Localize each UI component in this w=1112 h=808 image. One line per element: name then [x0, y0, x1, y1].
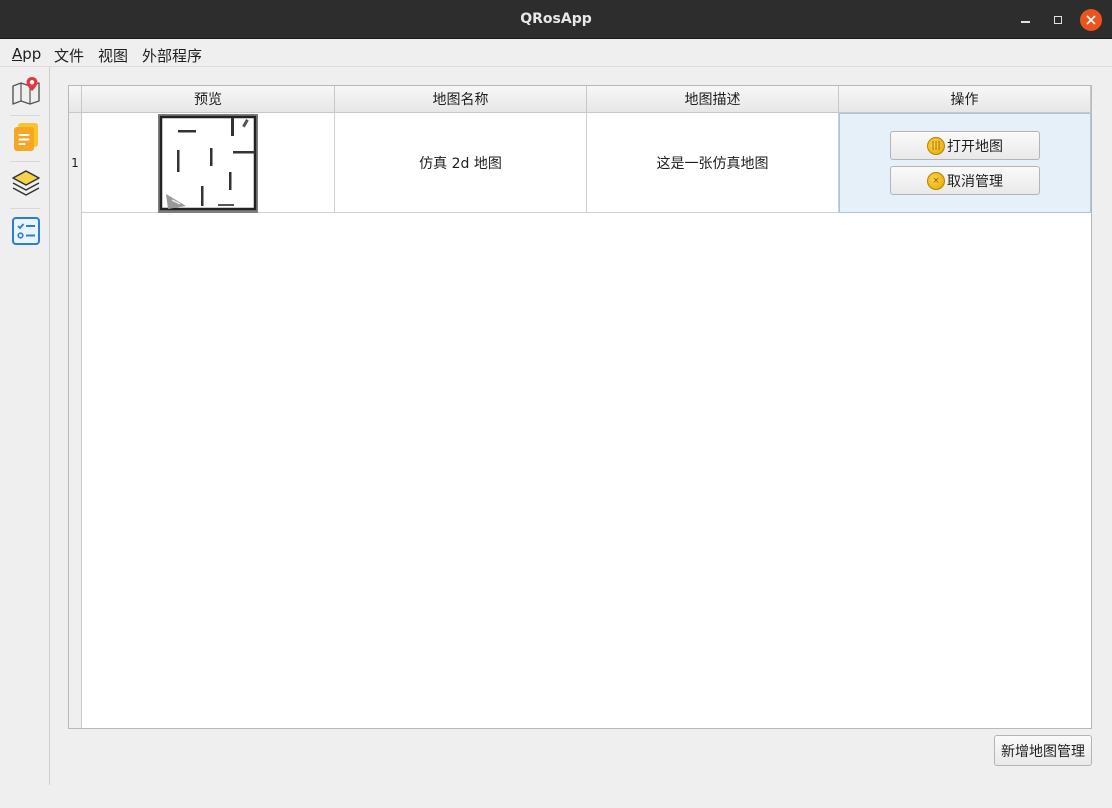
cancel-manage-label: 取消管理	[947, 173, 1003, 190]
column-header-preview[interactable]: 预览	[82, 86, 335, 113]
toolbar-divider	[10, 115, 40, 116]
maximize-icon	[1054, 16, 1062, 24]
minimize-icon	[1020, 21, 1030, 23]
preview-cell[interactable]	[82, 113, 335, 213]
title-bar: QRosApp	[0, 0, 1112, 39]
map-preview-image	[158, 113, 258, 213]
map-table: 预览 地图名称 地图描述 操作 1 仿真 2d 地图 这是一张仿真地图 ||| …	[68, 85, 1092, 729]
checklist-icon	[12, 217, 40, 245]
close-icon	[1086, 15, 1096, 25]
window-bottom-edge	[0, 785, 1112, 808]
layers-tool-button[interactable]	[8, 165, 44, 201]
column-header-map-name[interactable]: 地图名称	[335, 86, 587, 113]
map-name-cell[interactable]: 仿真 2d 地图	[335, 113, 587, 213]
left-toolbar	[0, 67, 50, 785]
menu-file[interactable]: 文件	[54, 45, 84, 66]
column-header-map-description[interactable]: 地图描述	[587, 86, 839, 113]
coin-cancel-icon: ×	[927, 171, 945, 190]
maximize-button[interactable]	[1048, 10, 1068, 30]
notes-icon	[14, 123, 38, 151]
menu-app[interactable]: App	[12, 45, 41, 63]
window-title: QRosApp	[520, 11, 592, 27]
menu-external-programs[interactable]: 外部程序	[142, 45, 202, 66]
map-manage-tool-button[interactable]	[8, 73, 44, 109]
map-description-cell[interactable]: 这是一张仿真地图	[587, 113, 839, 213]
map-pin-icon	[12, 77, 40, 105]
main-window: QRosApp App 文件 视图 外部程序 预览 地图名称 地图描述 操作 1…	[0, 0, 1112, 808]
open-map-button[interactable]: ||| 打开地图	[890, 131, 1040, 160]
add-map-manage-button[interactable]: 新增地图管理	[994, 735, 1092, 766]
open-map-label: 打开地图	[947, 138, 1003, 155]
close-button[interactable]	[1080, 9, 1102, 31]
table-row[interactable]: 1 仿真 2d 地图 这是一张仿真地图 ||| 打开地图 × 取消管理	[69, 113, 1091, 213]
toolbar-divider	[10, 161, 40, 162]
menu-view[interactable]: 视图	[98, 45, 128, 66]
column-header-actions[interactable]: 操作	[839, 86, 1091, 113]
cancel-manage-button[interactable]: × 取消管理	[890, 166, 1040, 195]
minimize-button[interactable]	[1015, 10, 1035, 30]
actions-cell[interactable]: ||| 打开地图 × 取消管理	[839, 113, 1091, 213]
notes-tool-button[interactable]	[8, 119, 44, 155]
checklist-tool-button[interactable]	[8, 213, 44, 249]
coin-icon: |||	[927, 136, 945, 155]
menu-bar: App 文件 视图 外部程序	[0, 39, 1112, 67]
row-number[interactable]: 1	[69, 113, 82, 213]
layers-icon	[12, 170, 40, 196]
table-corner-button[interactable]	[69, 86, 82, 113]
toolbar-divider	[10, 208, 40, 209]
